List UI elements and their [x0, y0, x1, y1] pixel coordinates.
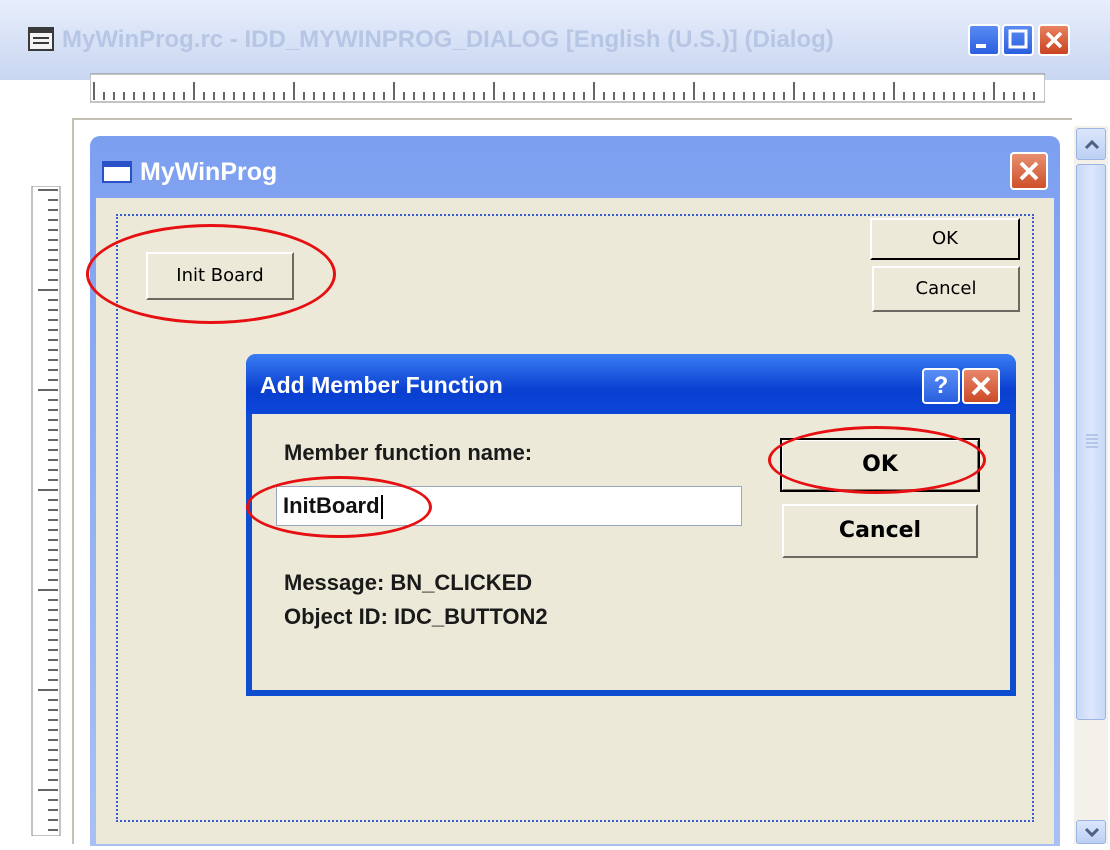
- object-id-info: Object ID: IDC_BUTTON2: [284, 604, 548, 629]
- window-icon: [102, 161, 132, 183]
- help-icon[interactable]: ?: [922, 368, 960, 404]
- init-board-button[interactable]: Init Board: [146, 252, 294, 300]
- member-function-name-value: InitBoard: [283, 493, 380, 518]
- message-info: Message: BN_CLICKED: [284, 570, 533, 595]
- scroll-down-icon[interactable]: [1076, 820, 1106, 844]
- scroll-up-icon[interactable]: [1076, 128, 1106, 160]
- add-member-dialog-title: Add Member Function: [260, 372, 503, 398]
- close-icon[interactable]: [1038, 24, 1070, 56]
- maximize-icon[interactable]: [1002, 24, 1034, 56]
- editor-window-title: MyWinProg.rc - IDD_MYWINPROG_DIALOG [Eng…: [62, 26, 834, 53]
- text-caret: [380, 495, 383, 520]
- designed-dialog-title: MyWinProg: [140, 158, 278, 186]
- member-function-name-label: Member function name:: [284, 440, 533, 465]
- cancel-button[interactable]: Cancel: [782, 504, 978, 558]
- ok-button[interactable]: OK: [780, 438, 980, 492]
- designed-dialog-close-icon[interactable]: [1010, 152, 1048, 190]
- vertical-ruler-ticks: [31, 185, 61, 837]
- member-function-name-input[interactable]: InitBoard: [276, 486, 742, 526]
- close-icon[interactable]: [962, 368, 1000, 404]
- scrollbar-thumb[interactable]: [1076, 164, 1106, 720]
- designed-ok-button[interactable]: OK: [870, 218, 1020, 260]
- vertical-ruler[interactable]: [26, 185, 66, 837]
- horizontal-ruler[interactable]: [89, 70, 1046, 106]
- resource-editor-icon: [28, 26, 54, 52]
- minimize-icon[interactable]: [968, 24, 1000, 56]
- horizontal-ruler-ticks: [89, 73, 1046, 103]
- designed-cancel-button[interactable]: Cancel: [872, 266, 1020, 312]
